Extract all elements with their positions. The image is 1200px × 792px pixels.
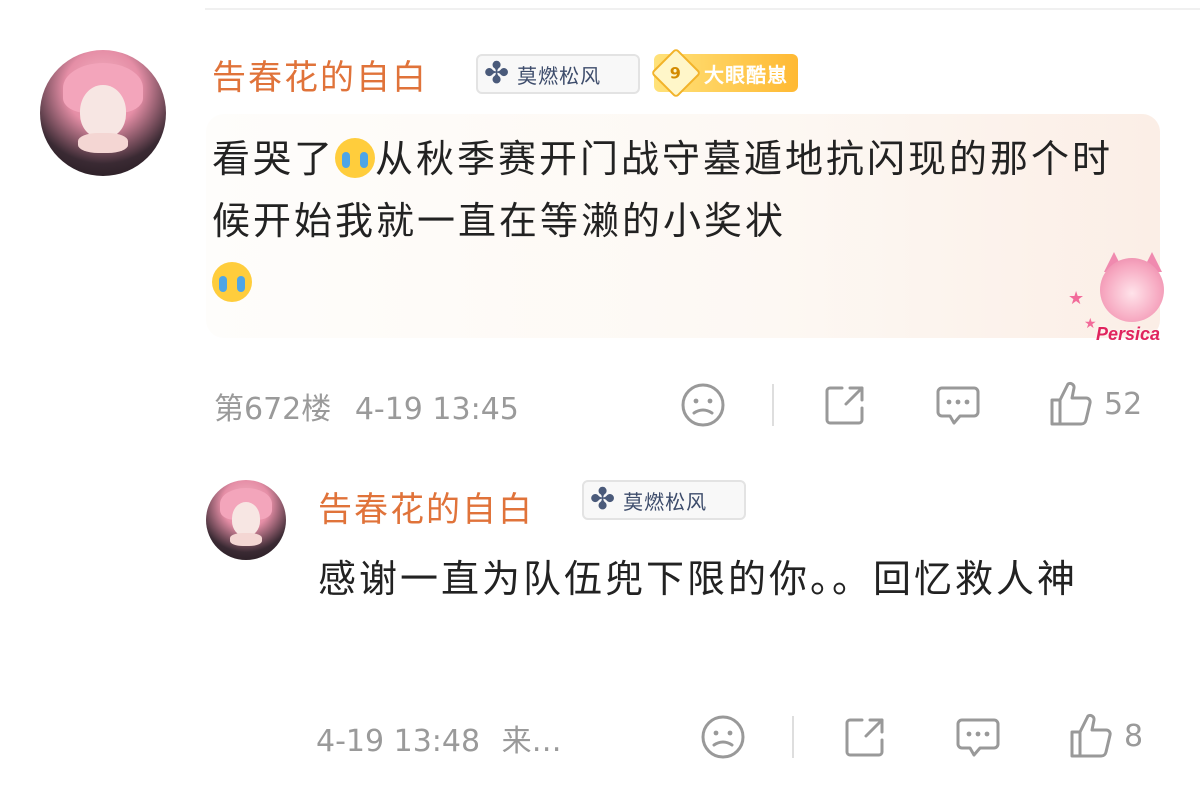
like-button[interactable]: 52	[1048, 380, 1142, 428]
comment-username[interactable]: 告春花的自白	[212, 50, 428, 99]
avatar[interactable]	[40, 50, 166, 176]
share-button[interactable]	[822, 382, 868, 428]
floor-number: 第672楼	[214, 392, 332, 427]
reply-share-button[interactable]	[842, 714, 888, 760]
reply-source: 来…	[501, 724, 562, 759]
thumbs-up-icon	[1050, 381, 1092, 426]
crying-face-icon	[335, 138, 376, 178]
reply-username[interactable]: 告春花的自白	[318, 482, 534, 531]
clover-icon: ✤	[484, 56, 510, 91]
fan-badge-label: 莫燃松风	[623, 489, 708, 514]
reply-like-count: 8	[1124, 718, 1144, 754]
reply-like-button[interactable]: 8	[1068, 712, 1143, 760]
fan-badge[interactable]: ✤ 莫燃松风	[476, 54, 640, 94]
comment-bubble-sticker: ★ ★ Persica	[1060, 252, 1180, 348]
reply-time: 4-19 13:48	[316, 724, 481, 759]
comment-time: 4-19 13:45	[354, 392, 519, 427]
thumbs-up-icon	[1070, 713, 1112, 758]
action-divider	[792, 716, 794, 758]
comment-meta: 第672楼 4-19 13:45	[214, 384, 519, 428]
like-count: 52	[1104, 386, 1143, 422]
reply-fan-badge[interactable]: ✤ 莫燃松风	[582, 480, 746, 520]
star-icon: ★	[1084, 316, 1097, 332]
vip-badge[interactable]: 9 大眼酷崽	[650, 47, 798, 99]
action-divider	[772, 384, 774, 426]
fan-badge-label: 莫燃松风	[517, 63, 602, 88]
comment-icon	[956, 718, 1000, 757]
crying-face-icon	[212, 262, 252, 302]
clover-icon: ✤	[590, 482, 616, 517]
top-divider	[205, 8, 1200, 10]
reply-avatar[interactable]	[206, 480, 286, 560]
sad-face-icon	[701, 715, 745, 759]
cat-girl-sticker-icon	[1100, 258, 1164, 322]
share-icon	[825, 386, 864, 425]
vip-badge-label: 大眼酷崽	[704, 62, 788, 87]
vip-level-icon: 9	[650, 47, 702, 99]
dislike-button[interactable]	[680, 382, 726, 428]
reply-text: 感谢一直为队伍兜下限的你。。回忆救人神	[318, 557, 1079, 601]
comment-icon	[936, 386, 980, 425]
share-icon	[845, 718, 884, 757]
reply-dislike-button[interactable]	[700, 714, 746, 760]
comment-text: 看哭了 从秋季赛开门战守墓遁地抗闪现的那个时候开始我就一直在等濑的小奖状	[212, 128, 1142, 314]
reply-meta: 4-19 13:48 来…	[316, 716, 562, 760]
sticker-brand: Persica	[1096, 324, 1161, 344]
star-icon: ★	[1068, 288, 1085, 309]
reply-reply-button[interactable]	[954, 714, 1002, 760]
sad-face-icon	[681, 383, 725, 427]
reply-button[interactable]	[934, 382, 982, 428]
